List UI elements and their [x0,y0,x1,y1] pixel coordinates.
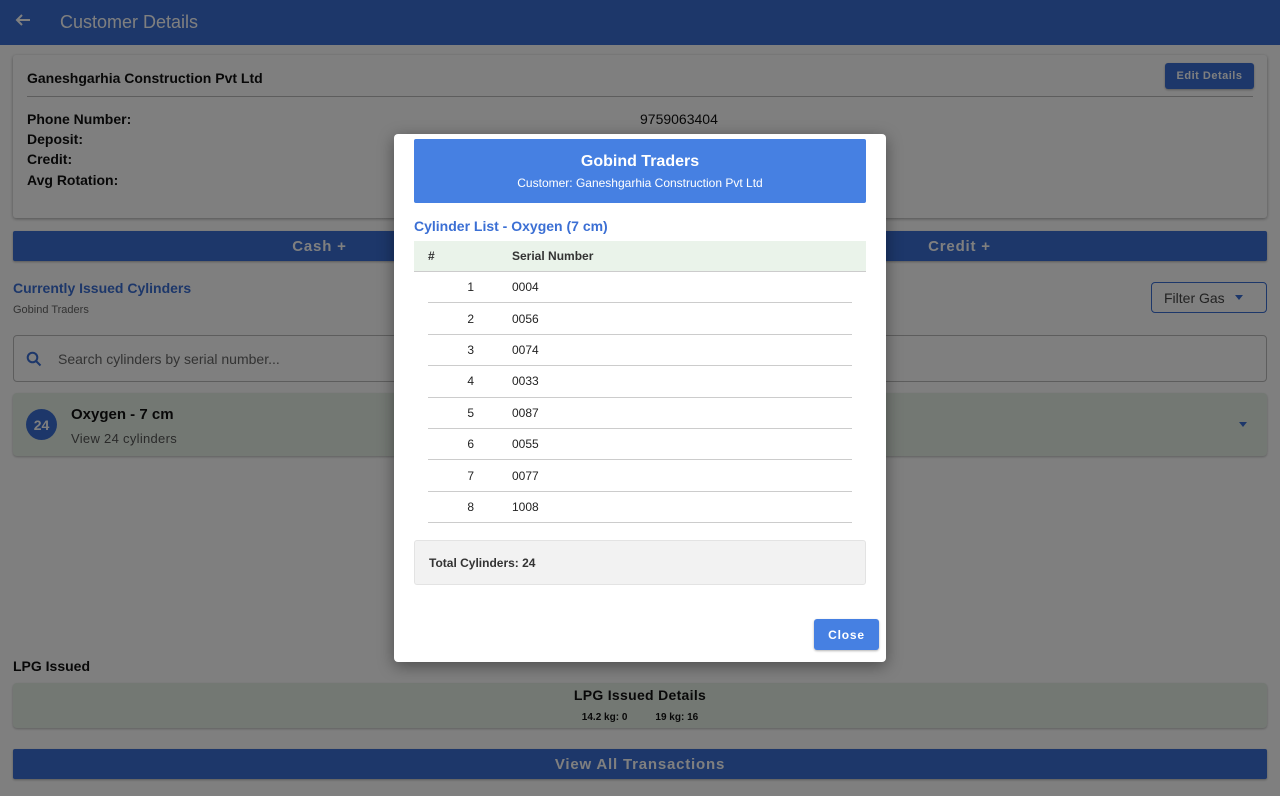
table-row: 5 0087 [428,398,852,429]
cylinder-list-dialog: Gobind Traders Customer: Ganeshgarhia Co… [394,134,886,662]
row-serial: 0077 [512,468,539,483]
row-number: 2 [467,311,474,326]
row-serial: 1008 [512,499,539,514]
cylinder-list-title: Cylinder List - Oxygen (7 cm) [414,218,608,234]
table-row: 7 0077 [428,460,852,492]
dialog-subtitle: Customer: Ganeshgarhia Construction Pvt … [517,176,763,190]
row-serial: 0033 [512,374,539,389]
dialog-header: Gobind Traders Customer: Ganeshgarhia Co… [414,139,866,203]
row-number: 5 [467,405,474,420]
row-number: 6 [467,437,474,452]
row-serial: 0056 [512,311,539,326]
table-row: 6 0055 [428,429,852,461]
row-number: 3 [467,342,474,357]
total-cylinders: Total Cylinders: 24 [414,540,866,585]
column-header-serial: Serial Number [512,249,594,263]
table-row: 1 0004 [428,272,852,304]
row-number: 7 [467,468,474,483]
row-serial: 0087 [512,405,539,420]
row-serial: 0055 [512,437,539,452]
table-row: 8 1008 [428,492,852,524]
row-serial: 0004 [512,280,539,295]
close-button[interactable]: Close [814,619,879,650]
column-header-number: # [428,249,435,263]
table-row: 3 0074 [428,335,852,367]
row-number: 1 [467,280,474,295]
row-number: 8 [467,499,474,514]
table-row: 2 0056 [428,303,852,335]
table-header: # Serial Number [414,241,866,272]
row-number: 4 [467,374,474,389]
row-serial: 0074 [512,342,539,357]
table-row: 4 0033 [428,366,852,398]
cylinder-table-body: 1 0004 2 0056 3 0074 4 0033 5 0087 6 0055 7 007… [428,272,852,524]
dialog-title: Gobind Traders [580,153,700,170]
